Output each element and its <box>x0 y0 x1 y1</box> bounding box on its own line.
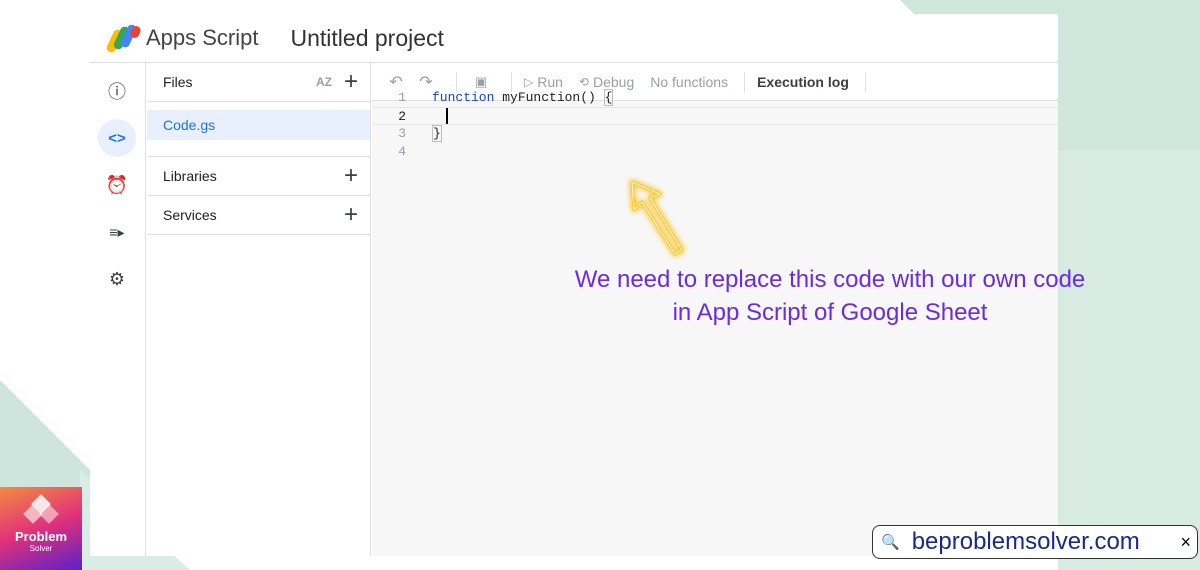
code-open-brace: { <box>603 89 614 106</box>
code-lines[interactable]: 1 function myFunction() { 2 3 } 4 <box>372 89 1058 161</box>
code-line[interactable]: 4 <box>372 143 1058 161</box>
code-close-brace: } <box>432 125 442 142</box>
code-text: } <box>432 125 442 142</box>
file-list: Code.gs <box>147 110 370 157</box>
services-label: Services <box>163 207 217 223</box>
code-line[interactable]: 1 function myFunction() { <box>372 89 1058 107</box>
code-line[interactable]: 3 } <box>372 125 1058 143</box>
annotation-line-2: in App Script of Google Sheet <box>672 299 988 326</box>
debug-icon: ⟲ <box>578 74 589 89</box>
sort-az-icon[interactable]: AZ <box>316 75 332 89</box>
gear-icon[interactable]: ⚙ <box>98 260 136 298</box>
line-number: 2 <box>398 109 406 124</box>
function-select[interactable]: No functions <box>650 74 728 90</box>
text-cursor <box>446 108 448 124</box>
annotation-text: We need to replace this code with our ow… <box>530 263 1130 329</box>
add-file-button[interactable]: + <box>344 70 358 94</box>
website-url[interactable]: beproblemsolver.com <box>912 528 1181 556</box>
add-library-button[interactable]: + <box>344 164 358 188</box>
files-header: Files AZ + <box>147 63 370 102</box>
code-line-current[interactable]: 2 <box>372 107 1058 125</box>
brand-cube-icon <box>23 494 59 527</box>
close-icon[interactable]: × <box>1180 532 1191 553</box>
brand-subtitle: Solver <box>29 544 53 553</box>
problem-solver-logo: Problem Solver <box>0 487 82 570</box>
brand-title: Problem <box>14 529 67 544</box>
debug-button[interactable]: ⟲ Debug <box>579 74 634 90</box>
project-title[interactable]: Untitled project <box>291 25 444 52</box>
line-number: 4 <box>398 144 406 159</box>
code-icon[interactable]: <> <box>98 119 136 157</box>
app-name[interactable]: Apps Script <box>146 25 259 51</box>
apps-script-logo-icon[interactable] <box>105 23 143 54</box>
code-function-signature: myFunction() <box>494 90 604 105</box>
play-icon: ▷ <box>524 74 534 89</box>
execution-log-button[interactable]: Execution log <box>757 74 849 90</box>
glowing-arrow-icon <box>630 180 684 256</box>
services-row: Services + <box>147 196 370 235</box>
libraries-label: Libraries <box>163 168 217 184</box>
libraries-row: Libraries + <box>147 157 370 196</box>
run-button[interactable]: ▷ Run <box>524 74 563 90</box>
save-icon[interactable]: ▣ <box>469 74 493 90</box>
line-number: 3 <box>398 126 406 141</box>
add-service-button[interactable]: + <box>344 203 358 227</box>
run-label: Run <box>537 73 563 90</box>
debug-label: Debug <box>592 73 635 90</box>
top-bar: Apps Script Untitled project <box>90 14 1058 62</box>
code-keyword: function <box>432 90 495 105</box>
info-icon[interactable]: ⓘ <box>98 72 136 110</box>
file-item-code-gs[interactable]: Code.gs <box>147 110 370 140</box>
files-panel: Files AZ + Code.gs Libraries + Services … <box>147 63 371 556</box>
line-number: 1 <box>398 90 406 105</box>
annotation-line-1: We need to replace this code with our ow… <box>574 266 1086 293</box>
decorative-shape-right <box>1058 150 1200 570</box>
executions-icon[interactable]: ≡▸ <box>98 213 136 251</box>
alarm-clock-icon[interactable]: ⏰ <box>98 166 136 204</box>
code-text: function myFunction() { <box>432 89 614 106</box>
left-rail: ⓘ <> ⏰ ≡▸ ⚙ <box>90 63 146 556</box>
search-icon: 🔍 <box>881 534 900 551</box>
files-label: Files <box>163 74 193 90</box>
website-search-bar[interactable]: 🔍 beproblemsolver.com × <box>872 525 1198 559</box>
